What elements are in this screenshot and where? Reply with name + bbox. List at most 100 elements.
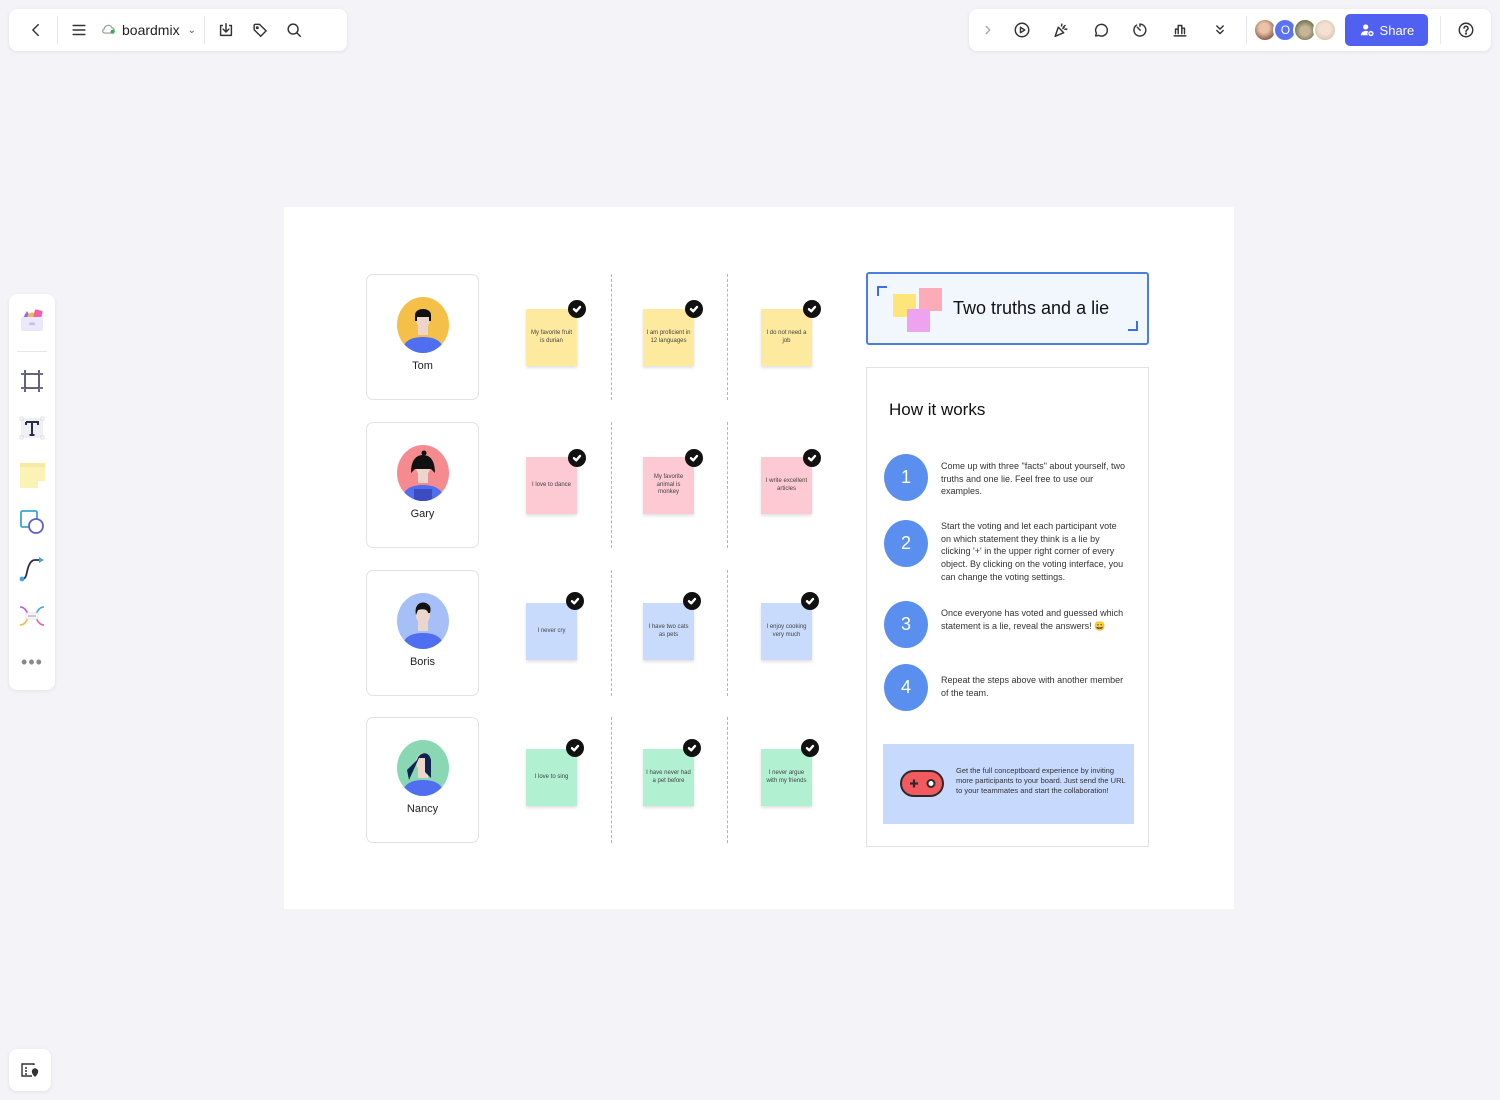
title-card[interactable]: Two truths and a lie — [866, 272, 1149, 345]
step-number-badge: 1 — [884, 454, 928, 501]
participant-card[interactable]: Tom — [366, 274, 479, 400]
connector-tool-button[interactable] — [14, 549, 50, 588]
sticky-note-text: I have two cats as pets — [648, 623, 689, 638]
sticky-note-text: I do not need a job — [766, 329, 807, 344]
toolbar-divider — [17, 350, 47, 352]
sticky-note-tool-button[interactable] — [14, 456, 50, 495]
step-number-badge: 4 — [884, 664, 928, 711]
template-library-button[interactable] — [14, 302, 50, 341]
collapse-toolbar-button[interactable] — [977, 13, 999, 47]
cloud-synced-icon — [100, 22, 118, 39]
board-name-dropdown[interactable]: boardmix ⌄ — [96, 22, 200, 39]
sticky-note[interactable]: I do not need a job — [761, 309, 812, 366]
more-tools-button[interactable] — [1203, 13, 1237, 47]
share-label: Share — [1379, 22, 1415, 38]
chevron-left-icon — [32, 23, 39, 37]
search-icon — [287, 23, 302, 38]
connector-tool-icon — [19, 556, 44, 582]
vote-check-badge[interactable] — [801, 739, 819, 757]
vote-check-badge[interactable] — [801, 592, 819, 610]
column-divider — [727, 570, 728, 696]
tag-button[interactable] — [243, 13, 277, 47]
celebrate-button[interactable] — [1044, 13, 1078, 47]
vote-check-badge[interactable] — [685, 449, 703, 467]
vote-check-badge[interactable] — [566, 739, 584, 757]
back-button[interactable] — [19, 13, 53, 47]
timer-button[interactable] — [1124, 13, 1158, 47]
help-icon — [1458, 22, 1474, 38]
sticky-note-text: I enjoy cooking very much — [766, 623, 807, 638]
sticky-note[interactable]: I have two cats as pets — [643, 603, 694, 660]
text-tool-button[interactable] — [14, 409, 50, 448]
tag-icon — [253, 23, 267, 38]
toolbar-divider — [1246, 16, 1248, 44]
participant-card[interactable]: Gary — [366, 422, 479, 548]
mindmap-tool-button[interactable] — [14, 596, 50, 635]
left-toolbar: ••• — [9, 294, 55, 690]
sticky-note[interactable]: I write excellent articles — [761, 457, 812, 514]
sticky-note[interactable]: My favorite fruit is durian — [526, 309, 577, 366]
participant-card[interactable]: Nancy — [366, 717, 479, 843]
facts-row: I love to dance My favorite animal is mon… — [495, 422, 845, 548]
participant-name: Tom — [412, 360, 433, 372]
sticky-note[interactable]: I love to sing — [526, 749, 577, 806]
sticky-notes-logo-icon — [893, 288, 942, 332]
vote-check-badge[interactable] — [803, 449, 821, 467]
checkmark-icon — [689, 305, 699, 313]
vote-check-badge[interactable] — [685, 300, 703, 318]
sticky-note-text: My favorite fruit is durian — [530, 329, 572, 344]
checkmark-icon — [689, 454, 699, 462]
board-name: boardmix — [122, 22, 180, 38]
vote-check-badge[interactable] — [568, 449, 586, 467]
shape-tool-button[interactable] — [14, 502, 50, 541]
gamepad-icon — [900, 770, 944, 797]
chevron-down-icon: ⌄ — [187, 24, 196, 36]
minimap-icon — [21, 1063, 39, 1077]
vote-button[interactable] — [1163, 13, 1197, 47]
comment-button[interactable] — [1084, 13, 1118, 47]
vote-check-badge[interactable] — [683, 592, 701, 610]
step-number-badge: 2 — [884, 520, 928, 567]
sticky-note[interactable]: I never argue with my friends — [761, 749, 812, 806]
sticky-note[interactable]: I enjoy cooking very much — [761, 603, 812, 660]
more-tools-icon: ••• — [21, 652, 43, 673]
sticky-note-text: I love to sing — [534, 773, 569, 780]
checkmark-icon — [572, 305, 582, 313]
facts-row: I never cry I have two cats as pets I enjo… — [495, 570, 845, 696]
checkmark-icon — [687, 597, 697, 605]
search-button[interactable] — [277, 13, 311, 47]
how-it-works-heading: How it works — [889, 400, 986, 419]
sticky-note[interactable]: I love to dance — [526, 457, 577, 514]
help-button[interactable] — [1449, 13, 1483, 47]
sticky-note-icon — [20, 463, 45, 489]
frame-tool-button[interactable] — [14, 362, 50, 401]
download-button[interactable] — [209, 13, 243, 47]
sticky-note[interactable]: I never cry — [526, 603, 577, 660]
frame-tool-icon — [21, 370, 43, 393]
share-button[interactable]: Share — [1345, 14, 1429, 46]
more-tools-button[interactable]: ••• — [14, 643, 50, 682]
column-divider — [727, 422, 728, 548]
main-menu-button[interactable] — [62, 13, 96, 47]
comment-icon — [1094, 23, 1108, 37]
sticky-note-text: I never argue with my friends — [766, 769, 807, 784]
column-divider — [727, 274, 728, 400]
chevron-right-icon — [985, 25, 991, 35]
minimap-button[interactable] — [9, 1049, 51, 1091]
collaborator-avatar[interactable] — [1313, 18, 1338, 42]
present-button[interactable] — [1005, 13, 1039, 47]
sticky-note-text: I never cry — [537, 627, 566, 634]
vote-check-badge[interactable] — [568, 300, 586, 318]
sticky-note[interactable]: I have never had a pet before — [643, 749, 694, 806]
column-divider — [727, 717, 728, 843]
how-it-works-card[interactable]: How it works 1 Come up with three "facts… — [866, 367, 1149, 847]
vote-check-badge[interactable] — [683, 739, 701, 757]
facts-row: I love to sing I have never had a pet bef… — [495, 717, 845, 843]
checkmark-icon — [805, 744, 815, 752]
vote-check-badge[interactable] — [803, 300, 821, 318]
sticky-note[interactable]: I am proficient in 12 languages — [643, 309, 694, 366]
sticky-note[interactable]: My favorite animal is monkey — [643, 457, 694, 514]
checkmark-icon — [807, 305, 817, 313]
participant-card[interactable]: Boris — [366, 570, 479, 696]
vote-check-badge[interactable] — [566, 592, 584, 610]
